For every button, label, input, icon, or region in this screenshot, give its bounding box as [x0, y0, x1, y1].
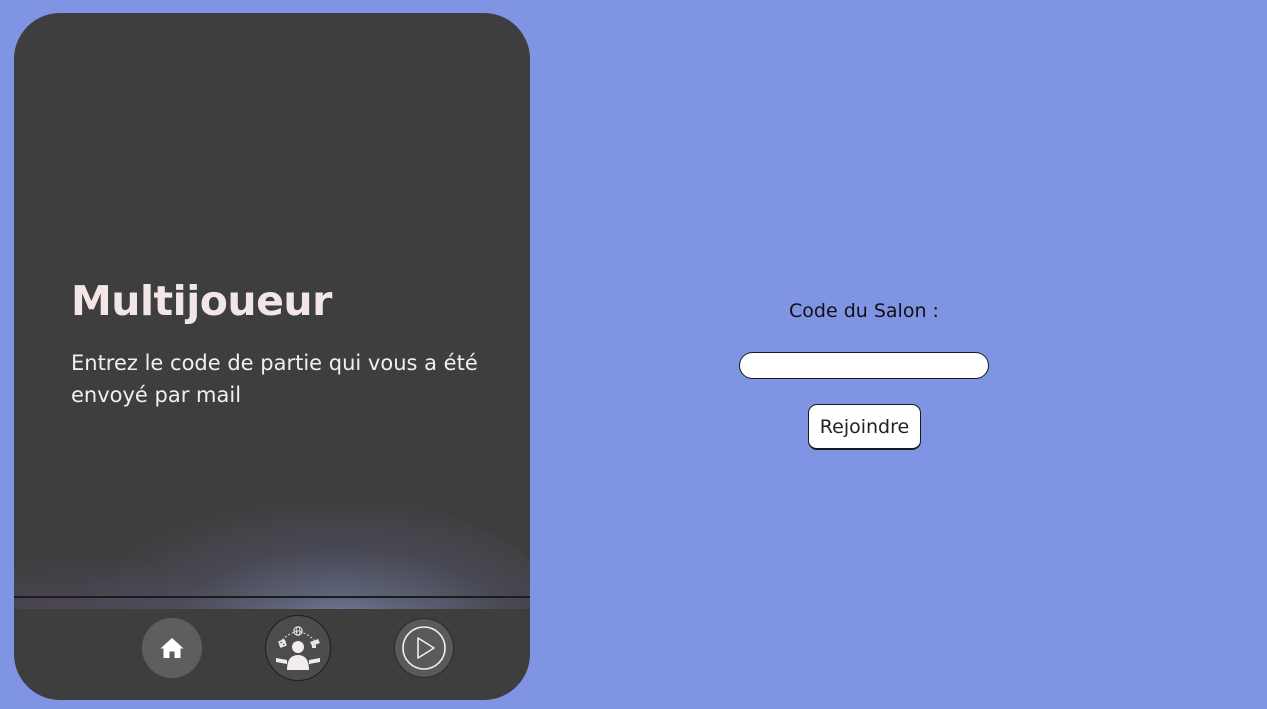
join-form: Code du Salon : Rejoindre — [739, 298, 989, 458]
page-title: Multijoueur — [71, 277, 332, 325]
multiplayer-card: Multijoueur Entrez le code de partie qui… — [14, 13, 530, 700]
multiplayer-icon — [276, 626, 320, 670]
play-button[interactable] — [394, 618, 454, 678]
room-code-input[interactable] — [739, 352, 989, 379]
join-button[interactable]: Rejoindre — [808, 404, 921, 450]
home-button[interactable] — [142, 618, 202, 678]
multiplayer-button[interactable] — [265, 615, 331, 681]
page-subtitle: Entrez le code de partie qui vous a été … — [71, 351, 478, 407]
home-icon — [160, 638, 184, 658]
room-code-label: Code du Salon : — [789, 300, 939, 322]
bottom-nav — [14, 598, 530, 700]
background-glow — [14, 433, 530, 609]
play-icon — [402, 626, 446, 670]
